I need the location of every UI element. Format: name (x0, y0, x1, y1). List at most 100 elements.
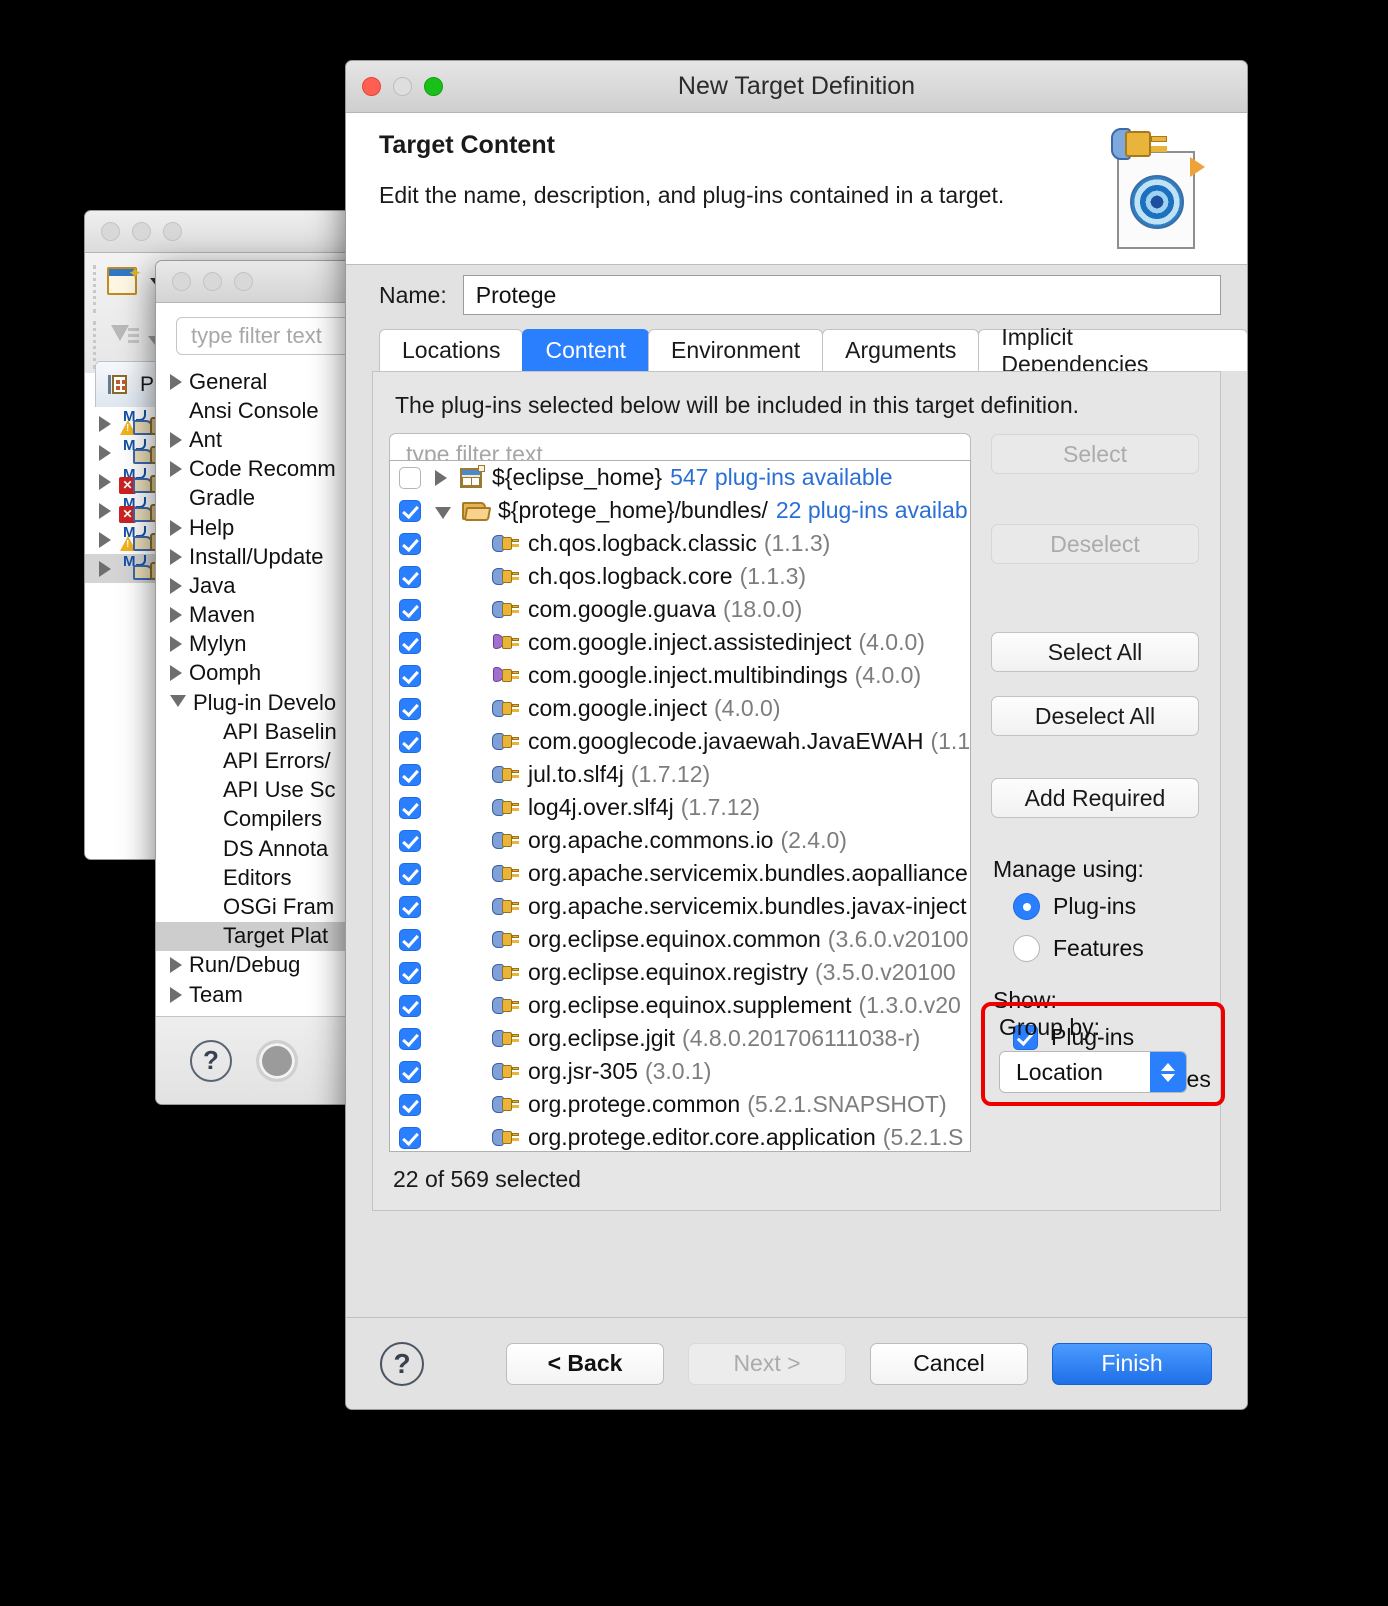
back-button[interactable]: < Back (506, 1342, 664, 1385)
tree-row[interactable]: org.apache.servicemix.bundles.aopallianc… (390, 857, 970, 890)
tree-row[interactable]: org.jsr-305 (3.0.1) (390, 1055, 970, 1088)
checkbox-unchecked-icon[interactable] (399, 466, 421, 489)
tree-row-version: (18.0.0) (722, 596, 803, 622)
tab-arguments[interactable]: Arguments (822, 329, 980, 371)
window-controls[interactable] (101, 222, 182, 241)
help-question-icon[interactable]: ? (380, 1341, 424, 1386)
tree-row[interactable]: org.eclipse.equinox.registry (3.5.0.v2010… (390, 956, 970, 989)
expand-arrow-icon[interactable] (170, 607, 182, 624)
expand-arrow-icon[interactable] (99, 473, 111, 490)
minimize-button[interactable] (132, 222, 151, 241)
tree-row[interactable]: org.protege.common (5.2.1.SNAPSHOT) (390, 1088, 970, 1121)
deselect-button[interactable]: Deselect (991, 524, 1199, 564)
checkbox-checked-icon[interactable] (399, 895, 421, 918)
radio-off-icon[interactable] (1013, 935, 1040, 962)
expand-arrow-icon[interactable] (99, 531, 111, 548)
chevron-updown-icon[interactable] (1150, 1052, 1186, 1092)
sidebar-item-label: Install/Update (189, 543, 324, 569)
tree-row[interactable]: org.apache.servicemix.bundles.javax-inje… (390, 890, 970, 923)
expand-arrow-icon[interactable] (99, 444, 111, 461)
checkbox-checked-icon[interactable] (399, 763, 421, 786)
zoom-button[interactable] (163, 222, 182, 241)
tab-content[interactable]: Content (522, 329, 650, 371)
close-button[interactable] (101, 222, 120, 241)
deselect-all-button[interactable]: Deselect All (991, 696, 1199, 736)
collapse-arrow-icon[interactable] (170, 694, 186, 715)
checkbox-checked-icon[interactable] (399, 730, 421, 753)
plugin-tree[interactable]: ${eclipse_home} 547 plug-ins available ${p… (389, 460, 971, 1152)
zoom-button[interactable] (234, 272, 253, 291)
checkbox-checked-icon[interactable] (399, 1126, 421, 1149)
select-all-button[interactable]: Select All (991, 632, 1199, 672)
manage-using-features-radio[interactable]: Features (991, 935, 1227, 962)
add-required-button[interactable]: Add Required (991, 778, 1199, 818)
plugin-icon (492, 864, 520, 884)
checkbox-checked-icon[interactable] (399, 565, 421, 588)
tree-row[interactable]: com.google.guava (18.0.0) (390, 593, 970, 626)
expand-arrow-icon[interactable] (170, 519, 182, 536)
expand-arrow-icon[interactable] (99, 415, 111, 432)
tree-row[interactable]: org.protege.editor.core.application (5.2.… (390, 1121, 970, 1151)
import-button[interactable] (107, 325, 162, 355)
expand-arrow-icon[interactable] (170, 548, 182, 565)
expand-arrow-icon[interactable] (170, 431, 182, 448)
checkbox-checked-icon[interactable] (399, 928, 421, 951)
checkbox-checked-icon[interactable] (399, 532, 421, 555)
minimize-button[interactable] (203, 272, 222, 291)
tree-row[interactable]: org.apache.commons.io (2.4.0) (390, 824, 970, 857)
plugin-icon (492, 930, 520, 950)
expand-arrow-icon[interactable] (435, 469, 447, 486)
tree-row[interactable]: org.eclipse.equinox.supplement (1.3.0.v20 (390, 989, 970, 1022)
next-button[interactable]: Next > (688, 1342, 846, 1385)
checkbox-checked-icon[interactable] (399, 1027, 421, 1050)
collapse-arrow-icon[interactable] (435, 506, 451, 519)
group-by-select[interactable]: Location (999, 1051, 1187, 1093)
tab-implicit-dependencies[interactable]: Implicit Dependencies (978, 324, 1247, 377)
checkbox-checked-icon[interactable] (399, 697, 421, 720)
tree-row[interactable]: org.eclipse.equinox.common (3.6.0.v20100 (390, 923, 970, 956)
checkbox-checked-icon[interactable] (399, 961, 421, 984)
checkbox-checked-icon[interactable] (399, 598, 421, 621)
close-button[interactable] (172, 272, 191, 291)
checkbox-checked-icon[interactable] (399, 631, 421, 654)
checkbox-checked-icon[interactable] (399, 1060, 421, 1083)
expand-arrow-icon[interactable] (170, 665, 182, 682)
tab-locations[interactable]: Locations (379, 329, 524, 371)
expand-arrow-icon[interactable] (170, 461, 182, 478)
tree-row[interactable]: com.googlecode.javaewah.JavaEWAH(1.1. (390, 725, 970, 758)
cancel-button[interactable]: Cancel (870, 1342, 1028, 1385)
radio-on-icon[interactable] (1013, 893, 1040, 920)
expand-arrow-icon[interactable] (170, 577, 182, 594)
finish-button[interactable]: Finish (1052, 1342, 1212, 1385)
tree-row[interactable]: ${protege_home}/bundles/22 plug-ins avai… (390, 494, 970, 527)
name-input[interactable]: Protege (462, 275, 1221, 315)
expand-arrow-icon[interactable] (170, 986, 182, 1003)
tree-row[interactable]: com.google.inject.multibindings (4.0.0) (390, 659, 970, 692)
window-controls[interactable] (172, 272, 253, 291)
tree-row[interactable]: com.google.inject.assistedinject (4.0.0) (390, 626, 970, 659)
expand-arrow-icon[interactable] (170, 957, 182, 974)
checkbox-checked-icon[interactable] (399, 796, 421, 819)
tree-row[interactable]: com.google.inject (4.0.0) (390, 692, 970, 725)
tree-row[interactable]: ch.qos.logback.core (1.1.3) (390, 560, 970, 593)
tree-row[interactable]: ${eclipse_home} 547 plug-ins available (390, 461, 970, 494)
tree-row[interactable]: org.eclipse.jgit (4.8.0.201706111038-r) (390, 1022, 970, 1055)
checkbox-checked-icon[interactable] (399, 829, 421, 852)
checkbox-checked-icon[interactable] (399, 1093, 421, 1116)
tree-row[interactable]: ch.qos.logback.classic (1.1.3) (390, 527, 970, 560)
manage-using-plugins-radio[interactable]: Plug-ins (991, 893, 1227, 920)
expand-arrow-icon[interactable] (99, 502, 111, 519)
restore-defaults-icon[interactable] (256, 1039, 298, 1082)
tree-row[interactable]: log4j.over.slf4j (1.7.12) (390, 791, 970, 824)
tree-row[interactable]: jul.to.slf4j (1.7.12) (390, 758, 970, 791)
checkbox-checked-icon[interactable] (399, 664, 421, 687)
help-question-icon[interactable]: ? (190, 1039, 232, 1082)
dialog-tabs[interactable]: Locations Content Environment Arguments Impl… (346, 324, 1247, 377)
checkbox-checked-icon[interactable] (399, 499, 421, 522)
checkbox-checked-icon[interactable] (399, 994, 421, 1017)
expand-arrow-icon[interactable] (99, 560, 111, 577)
checkbox-checked-icon[interactable] (399, 862, 421, 885)
expand-arrow-icon[interactable] (170, 636, 182, 653)
tab-environment[interactable]: Environment (648, 329, 824, 371)
expand-arrow-icon[interactable] (170, 373, 182, 390)
